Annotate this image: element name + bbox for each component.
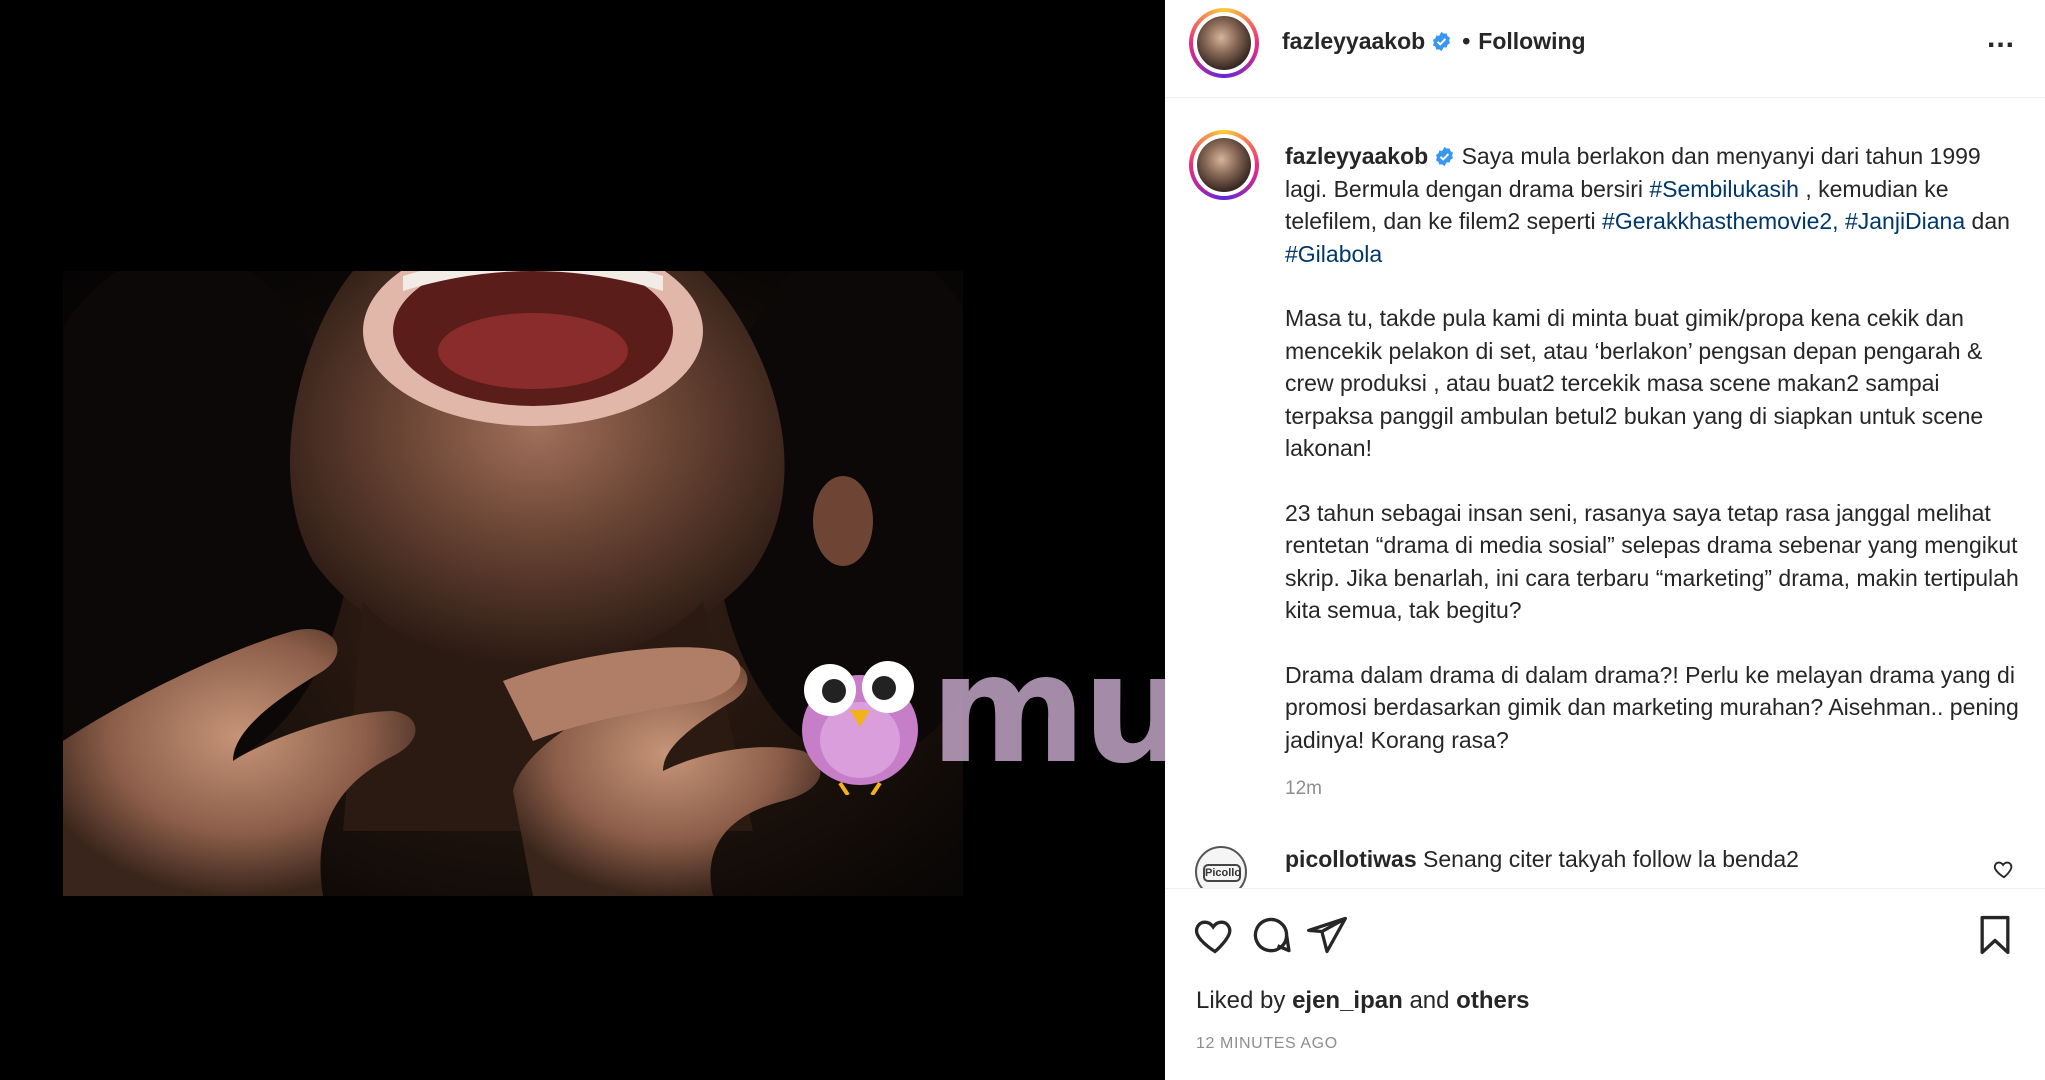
caption-username[interactable]: fazleyyaakob — [1285, 143, 1428, 169]
separator-dot: • — [1462, 28, 1471, 54]
commenter-avatar[interactable]: Picollo — [1195, 846, 1247, 888]
commenter-avatar-badge: Picollo — [1203, 864, 1241, 882]
photo-illustration — [63, 271, 963, 896]
save-bookmark-icon[interactable] — [1973, 913, 2017, 957]
verified-badge-icon — [1436, 146, 1454, 167]
likes-prefix: Liked by — [1196, 987, 1286, 1014]
caption-timestamp[interactable]: 12m — [1285, 778, 1322, 800]
commenter-username[interactable]: picollotiwas — [1285, 846, 1417, 872]
caption-text-segment: dan — [1965, 208, 2010, 234]
author-username[interactable]: fazleyyaakob — [1282, 28, 1425, 54]
post-media[interactable]: murai — [0, 0, 1165, 1080]
liked-by-others[interactable]: others — [1456, 987, 1529, 1014]
caption-paragraph-1: fazleyyaakob Saya mula berlakon dan meny… — [1285, 140, 2025, 270]
like-heart-icon[interactable] — [1193, 913, 1237, 957]
caption-paragraph-3: 23 tahun sebagai insan seni, rasanya say… — [1285, 499, 2019, 624]
comments-section[interactable]: fazleyyaakob Saya mula berlakon dan meny… — [1165, 98, 2045, 888]
post-header: fazleyyaakob • Following ... — [1165, 0, 2045, 98]
hashtag-link[interactable]: #Sembilukasih — [1649, 176, 1799, 202]
author-avatar[interactable] — [1189, 8, 1259, 78]
comment-body: Senang citer takyah follow la benda2 — [1423, 846, 1799, 872]
caption-author-avatar[interactable] — [1189, 130, 1259, 200]
caption-text: fazleyyaakob Saya mula berlakon dan meny… — [1285, 140, 2025, 788]
post-photo — [63, 271, 963, 896]
post-side-panel: fazleyyaakob • Following ... fazleyyaakob … — [1165, 0, 2045, 1080]
comment-like-heart-icon[interactable] — [1993, 858, 2015, 880]
caption-paragraph-2: Masa tu, takde pula kami di minta buat g… — [1285, 305, 1984, 461]
header-user-line: fazleyyaakob • Following — [1282, 28, 1586, 55]
comment-text: picollotiwas Senang citer takyah follow … — [1285, 846, 1799, 873]
caption-paragraph-4: Drama dalam drama di dalam drama?! Perlu… — [1285, 661, 2019, 753]
following-button[interactable]: Following — [1478, 28, 1585, 54]
share-send-icon[interactable] — [1305, 913, 1349, 957]
murai-watermark: murai — [790, 635, 1165, 795]
post-timestamp[interactable]: 12 MINUTES AGO — [1196, 1035, 1338, 1053]
more-options-icon[interactable]: ... — [1981, 23, 2021, 62]
comment-bubble-icon[interactable] — [1249, 913, 1293, 957]
hashtag-link[interactable]: #Gilabola — [1285, 241, 1382, 267]
verified-badge-icon — [1433, 31, 1451, 52]
liked-by-user[interactable]: ejen_ipan — [1292, 987, 1403, 1014]
hashtag-link[interactable]: #Gerakkhasthemovie2, — [1602, 208, 1839, 234]
hashtag-link[interactable]: #JanjiDiana — [1845, 208, 1965, 234]
likes-and: and — [1409, 987, 1450, 1014]
likes-summary: Liked by ejen_ipan and others — [1196, 987, 1530, 1015]
bird-logo-icon — [802, 661, 918, 795]
watermark-text: murai — [930, 623, 1165, 797]
post-actions: Liked by ejen_ipan and others 12 MINUTES… — [1165, 888, 2045, 1080]
comment-item: Picollo picollotiwas Senang citer takyah… — [1165, 836, 2045, 888]
